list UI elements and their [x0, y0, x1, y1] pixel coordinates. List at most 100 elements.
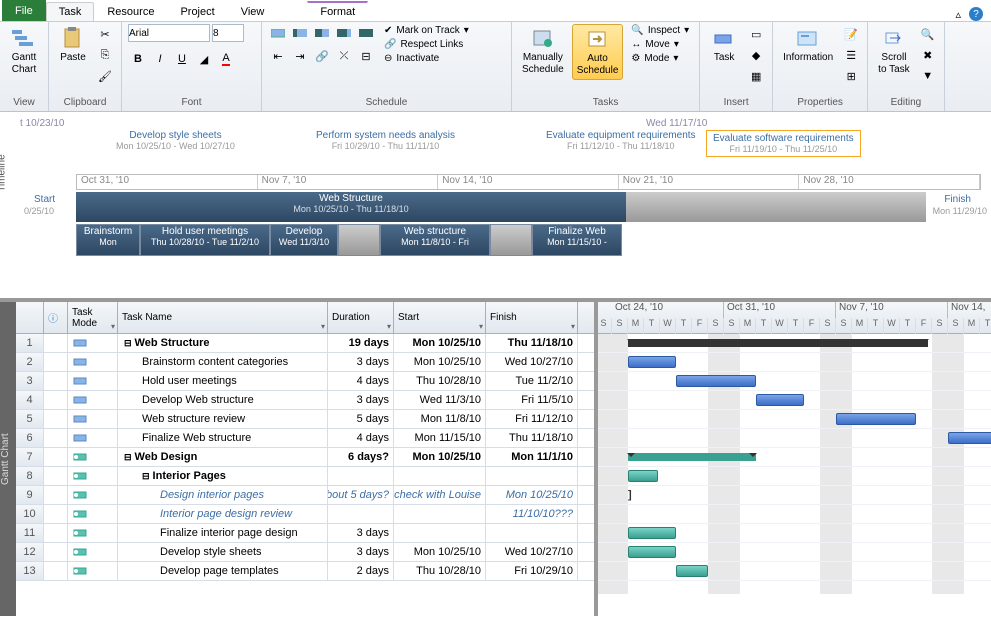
start-cell[interactable]: check with Louise [394, 486, 486, 504]
task-name-cell[interactable]: Develop style sheets [118, 543, 328, 561]
table-row[interactable]: 8⊟Interior Pages [16, 467, 594, 486]
col-header[interactable]: Start▾ [394, 302, 486, 333]
mode-cell[interactable] [68, 486, 118, 504]
gantt-bar[interactable] [628, 356, 676, 368]
start-cell[interactable] [394, 524, 486, 542]
duration-cell[interactable]: 3 days [328, 524, 394, 542]
duration-cell[interactable]: 19 days [328, 334, 394, 352]
tab-format[interactable]: Format [307, 1, 368, 21]
duration-cell[interactable]: 3 days [328, 353, 394, 371]
duration-cell[interactable] [328, 467, 394, 485]
table-row[interactable]: 10Interior page design review11/10/10??? [16, 505, 594, 524]
start-cell[interactable]: Thu 10/28/10 [394, 372, 486, 390]
table-row[interactable]: 5Web structure review5 daysMon 11/8/10Fr… [16, 410, 594, 429]
pct-0-button[interactable] [268, 24, 288, 44]
start-cell[interactable]: Wed 11/3/10 [394, 391, 486, 409]
start-cell[interactable] [394, 505, 486, 523]
tl-subbar[interactable]: DevelopWed 11/3/10 [270, 224, 338, 256]
font-size-select[interactable] [212, 24, 244, 42]
start-cell[interactable]: Mon 10/25/10 [394, 353, 486, 371]
finish-cell[interactable] [486, 467, 578, 485]
gantt-bar[interactable] [628, 527, 676, 539]
tl-subbar[interactable]: Finalize WebMon 11/15/10 - [532, 224, 622, 256]
summary-button[interactable]: ▭ [746, 24, 766, 44]
task-name-cell[interactable]: ⊟Web Structure [118, 334, 328, 352]
start-cell[interactable]: Mon 10/25/10 [394, 334, 486, 352]
finish-cell[interactable] [486, 524, 578, 542]
col-header[interactable]: Duration▾ [328, 302, 394, 333]
tl-callout[interactable]: Evaluate software requirementsFri 11/19/… [706, 130, 861, 157]
col-header[interactable]: ⓘ [44, 302, 68, 333]
finish-cell[interactable]: 11/10/10??? [486, 505, 578, 523]
help-icon[interactable]: ? [969, 7, 983, 21]
task-name-cell[interactable]: Develop Web structure [118, 391, 328, 409]
mode-cell[interactable] [68, 391, 118, 409]
italic-button[interactable]: I [150, 49, 170, 69]
duration-cell[interactable]: 6 days? [328, 448, 394, 466]
table-row[interactable]: 6Finalize Web structure4 daysMon 11/15/1… [16, 429, 594, 448]
tl-subbar[interactable]: Hold user meetingsThu 10/28/10 - Tue 11/… [140, 224, 270, 256]
pct-100-button[interactable] [356, 24, 376, 44]
move-button[interactable]: ↔Move ▾ [627, 38, 693, 51]
gantt-bar[interactable] [676, 565, 708, 577]
mode-cell[interactable] [68, 467, 118, 485]
gantt-bar[interactable] [836, 413, 916, 425]
copy-button[interactable]: ⎘ [95, 45, 115, 65]
table-row[interactable]: 2Brainstorm content categories3 daysMon … [16, 353, 594, 372]
task-name-cell[interactable]: ⊟Web Design [118, 448, 328, 466]
col-header[interactable]: Task Mode▾ [68, 302, 118, 333]
task-name-cell[interactable]: Web structure review [118, 410, 328, 428]
task-name-cell[interactable]: Brainstorm content categories [118, 353, 328, 371]
col-header[interactable]: Task Name▾ [118, 302, 328, 333]
collapse-icon[interactable]: ⊟ [124, 338, 132, 349]
duration-cell[interactable]: 2 days [328, 562, 394, 580]
link-button[interactable]: 🔗 [312, 46, 332, 66]
start-cell[interactable]: Mon 10/25/10 [394, 448, 486, 466]
task-name-cell[interactable]: ⊟Interior Pages [118, 467, 328, 485]
mark-on-track-button[interactable]: ✔Mark on Track ▾ [380, 24, 473, 37]
underline-button[interactable]: U [172, 49, 192, 69]
font-name-select[interactable] [128, 24, 210, 42]
finish-cell[interactable]: Mon 10/25/10 [486, 486, 578, 504]
tl-subbar[interactable]: BrainstormMon [76, 224, 140, 256]
finish-cell[interactable]: Tue 11/2/10 [486, 372, 578, 390]
fontcolor-button[interactable]: A [216, 49, 236, 69]
manually-schedule-button[interactable]: Manually Schedule [518, 24, 568, 78]
notes-button[interactable]: 📝 [841, 24, 861, 44]
scroll-to-task-button[interactable]: Scroll to Task [874, 24, 914, 78]
start-cell[interactable]: Mon 10/25/10 [394, 543, 486, 561]
duration-cell[interactable]: 5 days [328, 410, 394, 428]
cut-button[interactable]: ✂ [95, 24, 115, 44]
tl-grey-bar[interactable] [626, 192, 926, 222]
indent-button[interactable]: ⇥ [290, 46, 310, 66]
collapse-icon[interactable]: ⊟ [142, 471, 150, 482]
tab-view[interactable]: View [228, 2, 278, 21]
gantt-bar[interactable] [628, 453, 756, 461]
tab-project[interactable]: Project [167, 2, 227, 21]
table-row[interactable]: 12Develop style sheets3 daysMon 10/25/10… [16, 543, 594, 562]
task-name-cell[interactable]: Hold user meetings [118, 372, 328, 390]
table-row[interactable]: 1⊟Web Structure19 daysMon 10/25/10Thu 11… [16, 334, 594, 353]
mode-cell[interactable] [68, 334, 118, 352]
collapse-icon[interactable]: ⊟ [124, 452, 132, 463]
task-insert-button[interactable]: Task [706, 24, 742, 66]
tl-main-bar[interactable]: Web Structure Mon 10/25/10 - Thu 11/18/1… [76, 192, 626, 222]
clear-button[interactable]: ✖ [918, 45, 938, 65]
col-header[interactable] [16, 302, 44, 333]
bold-button[interactable]: B [128, 49, 148, 69]
finish-cell[interactable]: Fri 11/5/10 [486, 391, 578, 409]
gantt-bar[interactable]: ] [628, 489, 634, 501]
table-row[interactable]: 11Finalize interior page design3 days [16, 524, 594, 543]
finish-cell[interactable]: Fri 11/12/10 [486, 410, 578, 428]
fill-button[interactable]: ▼ [918, 66, 938, 86]
mode-cell[interactable] [68, 505, 118, 523]
inactivate-button[interactable]: ⊖Inactivate [380, 52, 473, 65]
pct-25-button[interactable] [290, 24, 310, 44]
start-cell[interactable] [394, 467, 486, 485]
unlink-button[interactable]: ⤫ [334, 46, 354, 66]
tab-resource[interactable]: Resource [94, 2, 167, 21]
task-name-cell[interactable]: Finalize Web structure [118, 429, 328, 447]
mode-cell[interactable] [68, 372, 118, 390]
duration-cell[interactable]: 4 days [328, 372, 394, 390]
table-row[interactable]: 13Develop page templates2 daysThu 10/28/… [16, 562, 594, 581]
